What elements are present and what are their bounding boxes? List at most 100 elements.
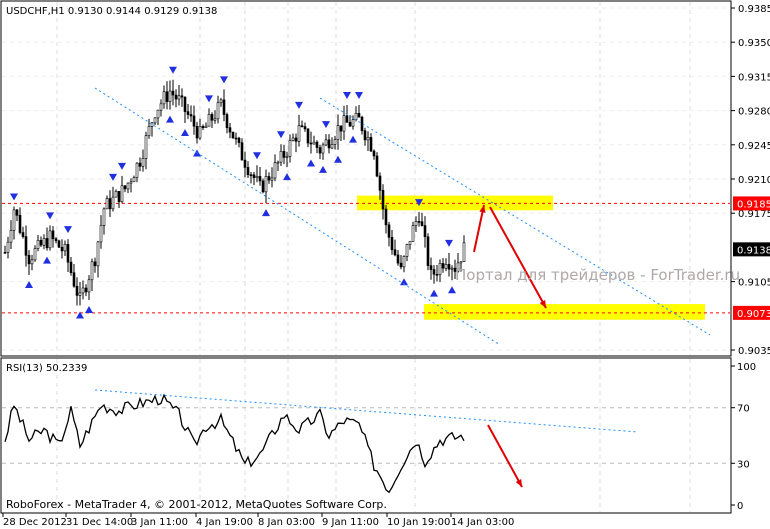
candle	[309, 142, 313, 145]
candle	[306, 128, 310, 144]
candle	[33, 248, 37, 261]
candle	[402, 256, 406, 268]
candle	[345, 115, 349, 123]
candle	[324, 139, 328, 146]
candle	[159, 103, 163, 111]
candle	[258, 176, 262, 182]
candle	[372, 150, 376, 157]
candle	[321, 144, 325, 154]
y-tick-label: 0.9280	[738, 107, 770, 118]
y-tick-label: 0.9175	[738, 209, 770, 220]
candle	[93, 261, 97, 267]
candle	[231, 131, 235, 139]
rsi-title: RSI(13) 50.2339	[6, 363, 87, 374]
candle	[84, 287, 88, 293]
candle	[447, 264, 451, 270]
candle	[207, 114, 211, 127]
candle	[165, 91, 169, 102]
candle	[291, 137, 295, 141]
candle	[99, 225, 103, 243]
y-tick-label: 0.9350	[738, 38, 770, 49]
candle	[156, 109, 160, 119]
candle	[42, 238, 46, 246]
x-tick-label: 10 Jan 19:00	[387, 517, 450, 528]
footer-copyright: RoboForex - MetaTrader 4, © 2001-2012, M…	[6, 498, 387, 511]
candle	[288, 140, 292, 157]
candle	[87, 279, 91, 293]
level-price-label: 0.9073	[737, 309, 770, 320]
candle	[435, 274, 439, 276]
candle	[177, 95, 181, 100]
candle	[3, 251, 7, 254]
candle	[330, 144, 334, 149]
candle	[240, 142, 244, 161]
candle	[39, 239, 43, 246]
candle	[141, 158, 145, 167]
candle	[213, 118, 217, 121]
candle	[429, 265, 433, 270]
candle	[168, 90, 172, 102]
candle	[51, 230, 55, 240]
candle	[297, 125, 301, 142]
candle	[396, 254, 400, 264]
candle	[174, 94, 178, 100]
candle	[216, 102, 220, 120]
candle	[393, 249, 397, 256]
candle	[54, 238, 58, 242]
candle	[219, 99, 223, 104]
candle	[24, 236, 28, 256]
x-tick-label: 9 Jan 11:00	[322, 517, 379, 528]
candle	[63, 243, 67, 252]
candle	[102, 208, 106, 226]
candle	[282, 151, 286, 158]
candle	[300, 125, 304, 127]
candle	[252, 174, 256, 179]
candle	[9, 230, 13, 243]
candle	[126, 182, 130, 190]
candle	[270, 177, 274, 181]
candle	[264, 176, 268, 193]
y-tick-label: 0.9315	[738, 72, 770, 83]
candle	[417, 221, 421, 223]
candle	[303, 126, 307, 130]
candle	[312, 141, 316, 145]
candle	[144, 135, 148, 159]
candle	[378, 175, 382, 191]
watermark: Портал для трейдеров - ForTrader.ru	[455, 266, 740, 284]
x-tick-label: 14 Jan 03:00	[451, 517, 514, 528]
candle	[162, 91, 166, 105]
candle	[60, 246, 64, 252]
current-price-label: 0.9138	[737, 245, 770, 256]
candle	[117, 191, 121, 203]
candle	[360, 116, 364, 132]
y-tick-label: 0.9210	[738, 175, 770, 186]
candle	[234, 137, 238, 140]
candle	[192, 115, 196, 127]
candle	[267, 176, 271, 181]
candle	[105, 198, 109, 210]
candle	[357, 112, 361, 118]
candle	[114, 191, 118, 198]
chart: Портал для трейдеров - ForTrader.ru USDC…	[0, 0, 770, 528]
candle	[411, 225, 415, 242]
candle	[72, 272, 76, 287]
candle	[201, 126, 205, 129]
candle	[30, 259, 34, 265]
candle	[318, 147, 322, 154]
candle	[459, 261, 463, 264]
candle	[261, 180, 265, 193]
candle	[315, 141, 319, 148]
x-tick-label: 28 Dec 2012	[3, 517, 67, 528]
candle	[366, 137, 370, 141]
candle	[348, 122, 352, 127]
candle	[255, 176, 259, 179]
candle	[462, 242, 466, 262]
x-tick-label: 4 Jan 19:00	[196, 517, 253, 528]
candle	[387, 224, 391, 238]
candle	[408, 241, 412, 245]
candle	[426, 236, 430, 266]
candle	[405, 244, 409, 257]
candle	[375, 155, 379, 177]
candle	[384, 208, 388, 226]
candle	[333, 139, 337, 145]
